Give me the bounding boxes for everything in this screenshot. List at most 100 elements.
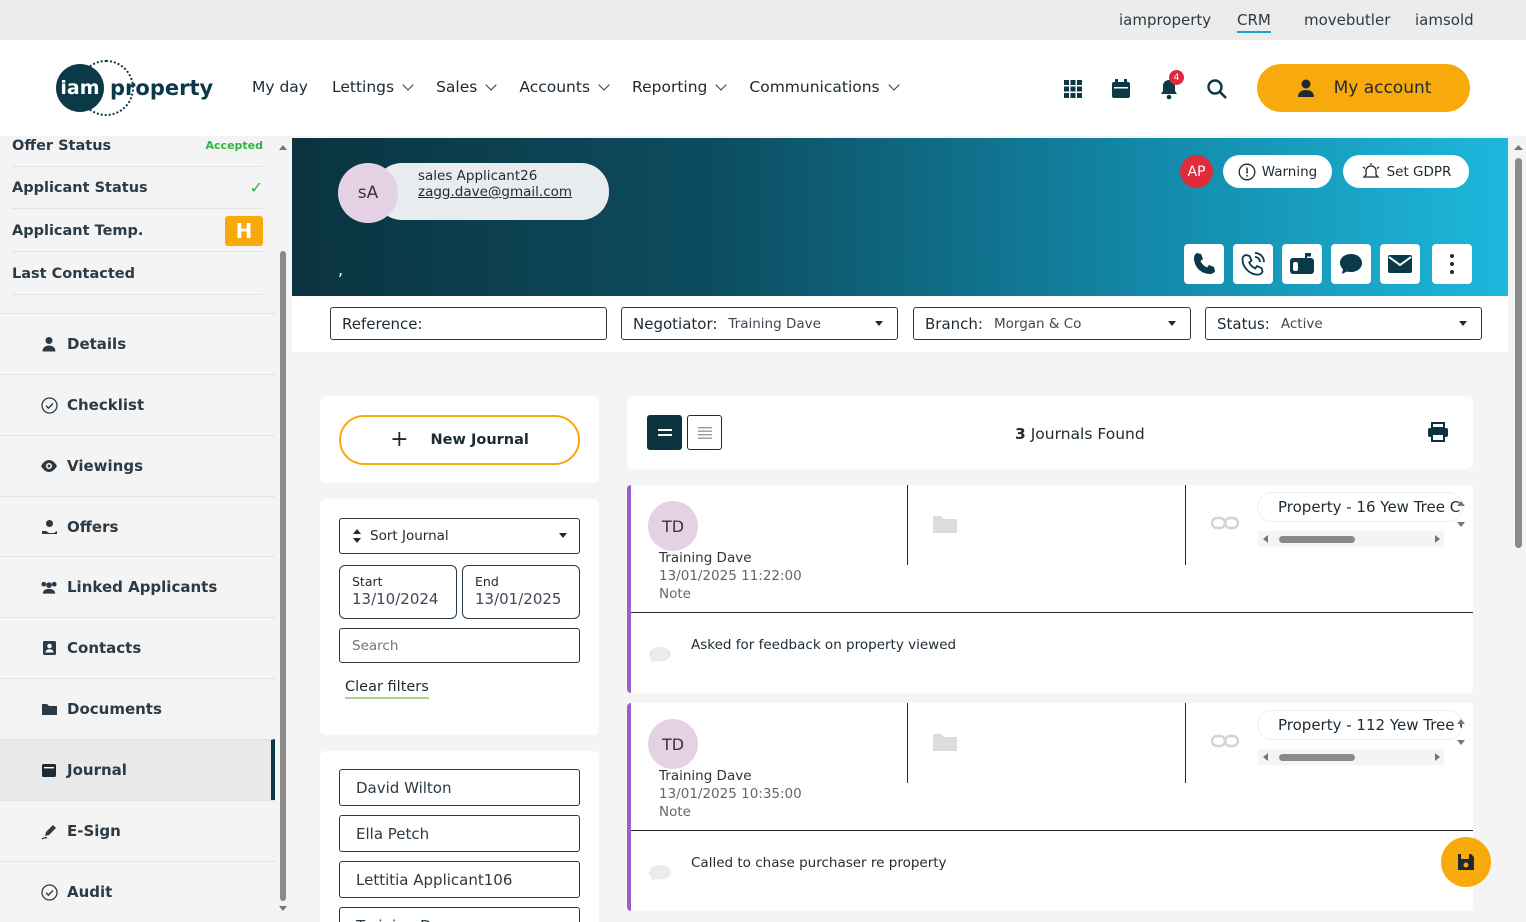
scroll-up-arrow-icon[interactable]: [277, 142, 289, 152]
sidebar-item-audit[interactable]: Audit: [0, 861, 275, 922]
clear-filters-link[interactable]: Clear filters: [345, 679, 429, 699]
nav-label: Accounts: [519, 78, 591, 96]
nav-communications[interactable]: Communications: [749, 78, 900, 96]
folder-icon[interactable]: [932, 732, 958, 752]
search-icon[interactable]: [1206, 78, 1228, 100]
sidebar-item-offers[interactable]: Offers: [0, 496, 275, 557]
column-divider: [907, 485, 909, 565]
person-filter-item[interactable]: David Wilton: [339, 769, 580, 806]
journal-search-input[interactable]: [339, 628, 580, 663]
more-vertical-icon: [1450, 254, 1454, 274]
nav-label: Communications: [749, 78, 880, 96]
nav-reporting[interactable]: Reporting: [632, 78, 728, 96]
journal-note-text: Called to chase purchaser re property: [691, 855, 947, 871]
sidebar-item-details[interactable]: Details: [0, 313, 275, 374]
new-journal-label: New Journal: [430, 432, 529, 448]
dropdown-caret-icon: [559, 533, 567, 538]
start-date-field[interactable]: Start 13/10/2024: [339, 565, 457, 619]
end-date-field[interactable]: End 13/01/2025: [462, 565, 580, 619]
sidebar-item-journal[interactable]: Journal: [0, 739, 275, 800]
topbar-link-movebutler[interactable]: movebutler: [1304, 11, 1390, 29]
journal-toolbar: 3 Journals Found: [627, 396, 1473, 469]
compact-view-button[interactable]: [647, 415, 682, 450]
mailbox-icon: [1290, 253, 1314, 274]
comment-icon: [649, 647, 671, 663]
sidebar-item-checklist[interactable]: Checklist: [0, 374, 275, 435]
apps-grid-icon[interactable]: [1062, 78, 1084, 100]
person-filter-item[interactable]: Lettitia Applicant106: [339, 861, 580, 898]
sidebar-item-contacts[interactable]: Contacts: [0, 617, 275, 678]
warning-button[interactable]: Warning: [1223, 155, 1332, 188]
person-filter-item[interactable]: Training Dave: [339, 907, 580, 922]
nav-my-day[interactable]: My day: [252, 78, 308, 96]
scroll-thumb[interactable]: [1279, 754, 1355, 761]
chevron-down-icon: [485, 79, 498, 91]
nav-lettings[interactable]: Lettings: [332, 78, 414, 96]
author-avatar: TD: [648, 501, 698, 551]
sidebar-item-documents[interactable]: Documents: [0, 678, 275, 739]
main-header: iam property My day Lettings Sales Accou…: [0, 40, 1526, 136]
branch-label: Branch:: [925, 314, 983, 333]
my-account-button[interactable]: My account: [1257, 64, 1470, 112]
property-horizontal-scrollbar[interactable]: [1258, 531, 1444, 547]
link-icon[interactable]: [1211, 516, 1239, 530]
scroll-up-arrow-icon[interactable]: [1511, 142, 1526, 152]
end-date-label: End: [475, 574, 499, 589]
sidebar-item-linked-applicants[interactable]: Linked Applicants: [0, 556, 275, 617]
new-journal-button[interactable]: + New Journal: [339, 415, 580, 465]
topbar-link-crm[interactable]: CRM: [1237, 11, 1271, 33]
link-icon[interactable]: [1211, 734, 1239, 748]
sidebar-item-label: Linked Applicants: [67, 578, 218, 596]
sidebar-item-e-sign[interactable]: E-Sign: [0, 800, 275, 861]
main-scrollbar[interactable]: [1511, 138, 1526, 922]
applicant-email-link[interactable]: zagg.dave@gmail.com: [418, 184, 609, 200]
applicant-status-label: Applicant Status: [12, 179, 148, 196]
topbar-link-iamproperty[interactable]: iamproperty: [1119, 11, 1211, 29]
print-icon[interactable]: [1427, 422, 1449, 442]
status-select[interactable]: Status: Active: [1205, 307, 1482, 340]
vertical-scroll-arrows-icon[interactable]: [1456, 499, 1466, 539]
mailbox-button[interactable]: [1282, 244, 1322, 284]
applicant-banner: sales Applicant26 zagg.dave@gmail.com sA…: [292, 138, 1508, 296]
topbar-link-iamsold[interactable]: iamsold: [1415, 11, 1474, 29]
chat-button[interactable]: [1331, 244, 1371, 284]
journal-type: Note: [659, 804, 691, 820]
sidebar-item-viewings[interactable]: Viewings: [0, 435, 275, 496]
more-actions-button[interactable]: [1432, 244, 1472, 284]
call-button[interactable]: [1184, 244, 1224, 284]
reference-field[interactable]: Reference:: [330, 307, 607, 340]
last-contacted-row: Last Contacted: [12, 253, 263, 295]
set-gdpr-button[interactable]: Set GDPR: [1343, 155, 1469, 188]
sort-journal-select[interactable]: Sort Journal: [339, 518, 580, 554]
property-horizontal-scrollbar[interactable]: [1258, 749, 1444, 765]
nav-sales[interactable]: Sales: [436, 78, 498, 96]
logo[interactable]: iam property: [56, 60, 213, 116]
branch-select[interactable]: Branch: Morgan & Co: [913, 307, 1191, 340]
main-scroll-thumb[interactable]: [1515, 158, 1522, 548]
contact-card-icon: [42, 641, 56, 655]
expanded-view-button[interactable]: [687, 415, 722, 450]
assigned-user-avatar[interactable]: AP: [1180, 155, 1213, 188]
negotiator-select[interactable]: Negotiator: Training Dave: [621, 307, 898, 340]
sidebar-scroll-thumb[interactable]: [280, 251, 286, 901]
sidebar-item-label: Contacts: [67, 639, 142, 657]
email-button[interactable]: [1380, 244, 1420, 284]
calendar-icon[interactable]: [1110, 78, 1132, 100]
journal-entry[interactable]: TD Training Dave 13/01/2025 10:35:00 Not…: [627, 703, 1473, 911]
linked-property-pill[interactable]: Property - 16 Yew Tree C: [1258, 493, 1462, 521]
sidebar-scrollbar[interactable]: [277, 136, 289, 922]
scroll-down-arrow-icon[interactable]: [277, 904, 289, 914]
save-button[interactable]: [1441, 837, 1491, 887]
my-account-label: My account: [1333, 78, 1432, 98]
nav-accounts[interactable]: Accounts: [519, 78, 610, 96]
vertical-scroll-arrows-icon[interactable]: [1456, 717, 1466, 757]
journal-divider: [631, 612, 1473, 614]
linked-property-pill[interactable]: Property - 112 Yew Tree C: [1258, 711, 1462, 739]
dropdown-caret-icon: [875, 321, 883, 326]
person-filter-item[interactable]: Ella Petch: [339, 815, 580, 852]
column-divider: [907, 703, 909, 783]
scroll-thumb[interactable]: [1279, 536, 1355, 543]
call-log-button[interactable]: [1233, 244, 1273, 284]
folder-icon[interactable]: [932, 514, 958, 534]
journal-entry[interactable]: TD Training Dave 13/01/2025 11:22:00 Not…: [627, 485, 1473, 693]
